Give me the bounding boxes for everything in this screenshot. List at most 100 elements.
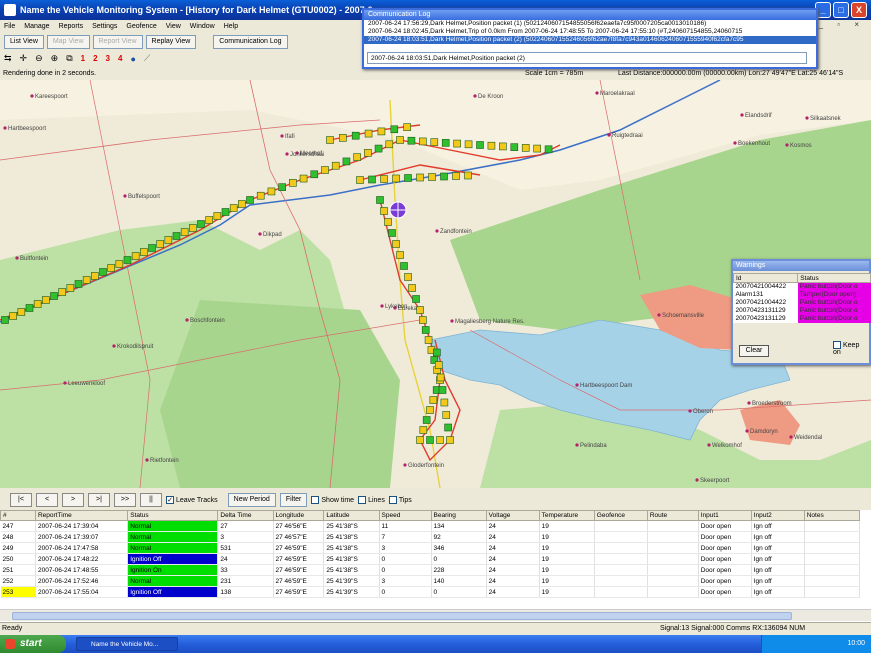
- track-point-marker[interactable]: [384, 218, 392, 226]
- track-point-marker[interactable]: [424, 336, 433, 344]
- menu-geofence[interactable]: Geofence: [126, 23, 156, 30]
- track-point-marker[interactable]: [9, 312, 17, 320]
- track-point-marker[interactable]: [164, 236, 173, 244]
- track-point-marker[interactable]: [380, 175, 388, 183]
- track-point-marker[interactable]: [221, 208, 230, 216]
- track-point-marker[interactable]: [310, 170, 319, 179]
- track-point-marker[interactable]: [440, 172, 448, 181]
- tool-4-button[interactable]: 4: [118, 54, 122, 63]
- track-point-marker[interactable]: [356, 176, 364, 184]
- track-point-marker[interactable]: [377, 127, 386, 136]
- comm-log-line-selected[interactable]: 2007-06-24 18:03:51,Dark Helmet,Position…: [364, 36, 816, 44]
- track-point-marker[interactable]: [368, 175, 376, 184]
- track-point-marker[interactable]: [364, 149, 372, 157]
- grid-column-header[interactable]: Voltage: [485, 510, 540, 521]
- track-point-marker[interactable]: [99, 268, 107, 276]
- warning-row[interactable]: 20070423131129 Panic button(Door o: [734, 314, 871, 323]
- track-point-marker[interactable]: [33, 300, 42, 308]
- track-point-marker[interactable]: [342, 157, 351, 166]
- menu-view[interactable]: View: [166, 23, 181, 30]
- track-point-marker[interactable]: [419, 137, 427, 146]
- track-point-marker[interactable]: [82, 276, 91, 284]
- track-point-marker[interactable]: [400, 262, 408, 270]
- grid-row[interactable]: 248 2007-06-24 17:39:07 Normal 3 27 46'57"E 2…: [0, 531, 861, 543]
- track-point-marker[interactable]: [419, 426, 428, 434]
- track-point-marker[interactable]: [429, 396, 438, 404]
- tool-3-button[interactable]: 3: [106, 54, 110, 63]
- track-point-marker[interactable]: [107, 264, 115, 272]
- grid-column-header[interactable]: Geofence: [593, 510, 648, 521]
- start-button[interactable]: start: [0, 635, 66, 653]
- track-point-marker[interactable]: [205, 216, 213, 224]
- track-point-marker[interactable]: [229, 204, 238, 212]
- track-point-marker[interactable]: [392, 240, 400, 248]
- grid-row[interactable]: 249 2007-06-24 17:47:58 Normal 531 27 46'59"…: [0, 542, 861, 554]
- track-point-marker[interactable]: [408, 284, 416, 292]
- checkbox-checked-icon[interactable]: ✓: [166, 496, 174, 504]
- track-point-marker[interactable]: [74, 280, 83, 288]
- track-point-marker[interactable]: [364, 129, 373, 138]
- track-point-marker[interactable]: [476, 141, 484, 149]
- track-point-marker[interactable]: [510, 143, 519, 151]
- grid-column-header[interactable]: Latitude: [323, 510, 380, 521]
- track-point-marker[interactable]: [441, 139, 450, 147]
- track-point-marker[interactable]: [392, 174, 400, 183]
- track-point-marker[interactable]: [403, 123, 411, 131]
- track-point-marker[interactable]: [385, 140, 394, 149]
- warnings-window[interactable]: Warnings Id Status 20070421004422 Panic b…: [731, 259, 871, 365]
- report-view-button[interactable]: Report View: [92, 34, 143, 49]
- grid-horizontal-scrollbar[interactable]: [0, 609, 871, 621]
- track-point-marker[interactable]: [416, 173, 424, 182]
- track-point-marker[interactable]: [197, 220, 205, 228]
- track-point-marker[interactable]: [533, 144, 541, 153]
- track-point-marker[interactable]: [156, 240, 164, 248]
- grid-column-header[interactable]: Longitude: [272, 510, 325, 521]
- track-point-marker[interactable]: [419, 316, 427, 324]
- grid-row[interactable]: 253 2007-06-24 17:55:04 Ignition Off 138 27 …: [0, 586, 861, 598]
- grid-row[interactable]: 252 2007-06-24 17:52:46 Normal 231 27 46'59"…: [0, 575, 861, 587]
- track-point-marker[interactable]: [131, 252, 140, 260]
- comm-log-line[interactable]: 2007-06-24 18:02:45,Dark Helmet,Trip of …: [364, 28, 816, 36]
- track-point-marker[interactable]: [180, 228, 189, 236]
- warning-row[interactable]: 20070421004422 Panic button(Door o: [734, 298, 871, 307]
- comm-log-detail-field[interactable]: 2007-06-24 18:03:51,Dark Helmet,Position…: [367, 52, 807, 64]
- grid-column-header[interactable]: Delta Time: [217, 510, 274, 521]
- grid-column-header[interactable]: Notes: [803, 510, 861, 521]
- track-point-marker[interactable]: [213, 212, 222, 220]
- checkbox-icon[interactable]: [311, 496, 320, 504]
- track-point-marker[interactable]: [123, 256, 132, 264]
- zoom-out-icon[interactable]: ⊖: [35, 53, 43, 64]
- track-point-marker[interactable]: [438, 386, 447, 394]
- globe-icon[interactable]: ●: [130, 54, 135, 64]
- communication-log-button[interactable]: Communication Log: [213, 34, 288, 49]
- communication-log-window[interactable]: Communication Log 2007-06-24 17:56:29,Da…: [362, 8, 818, 69]
- pause-button[interactable]: ||: [140, 493, 162, 507]
- track-point-marker[interactable]: [278, 183, 286, 191]
- track-point-marker[interactable]: [238, 200, 246, 208]
- checkbox-icon[interactable]: [833, 341, 841, 349]
- crosshair-tool-icon[interactable]: ✛: [20, 53, 28, 64]
- track-point-marker[interactable]: [421, 326, 430, 334]
- track-point-marker[interactable]: [436, 373, 445, 382]
- zoom-box-icon[interactable]: ⧉: [66, 53, 72, 64]
- list-view-button[interactable]: List View: [4, 34, 44, 49]
- track-point-marker[interactable]: [426, 436, 434, 444]
- show-time-checkbox[interactable]: Show time: [311, 496, 354, 504]
- track-point-marker[interactable]: [246, 196, 254, 204]
- first-record-button[interactable]: |<: [10, 493, 32, 507]
- track-point-marker[interactable]: [50, 292, 58, 300]
- map-view-button[interactable]: Map View: [46, 34, 90, 49]
- tool-1-button[interactable]: 1: [81, 54, 85, 63]
- scrollbar-thumb[interactable]: [12, 612, 792, 620]
- track-point-marker[interactable]: [331, 161, 340, 170]
- leave-tracks-checkbox[interactable]: ✓ Leave Tracks: [166, 496, 218, 504]
- pan-tool-icon[interactable]: ⇆: [4, 53, 12, 64]
- mdi-window-controls[interactable]: _ ▫ ×: [819, 20, 865, 29]
- track-point-marker[interactable]: [433, 348, 441, 357]
- track-point-marker[interactable]: [1, 316, 9, 324]
- grid-column-header[interactable]: Bearing: [430, 510, 487, 521]
- track-point-marker[interactable]: [115, 260, 124, 268]
- menu-file[interactable]: File: [4, 23, 15, 30]
- track-point-marker[interactable]: [499, 142, 507, 151]
- track-point-marker[interactable]: [464, 171, 472, 180]
